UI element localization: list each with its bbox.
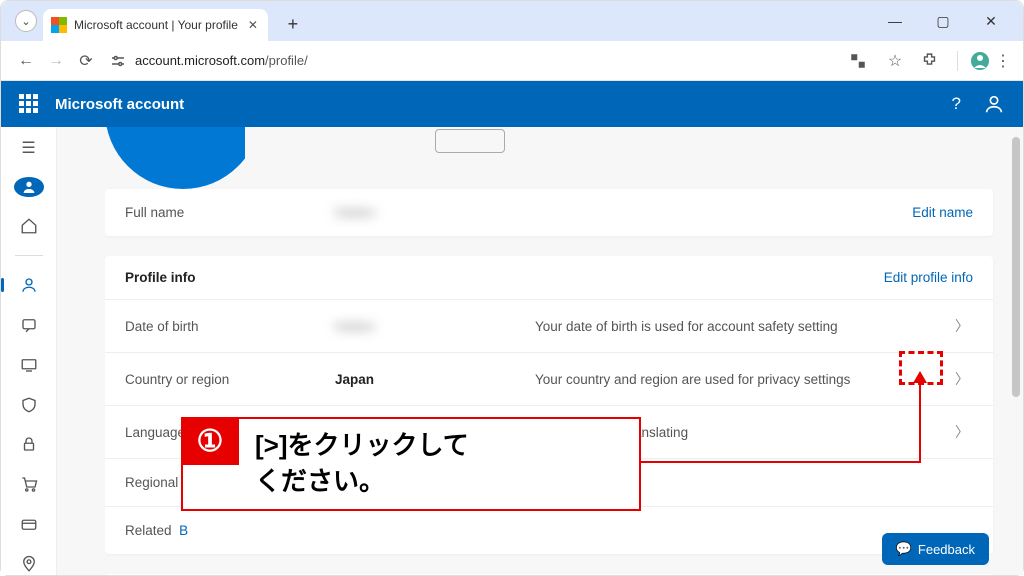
annotation-arrow-line (641, 461, 921, 463)
window-controls: — ▢ ✕ (881, 13, 1015, 30)
feedback-button[interactable]: 💬 Feedback (882, 533, 989, 565)
account-info-card: Account info Edit account info Email add… (105, 574, 993, 575)
app-title: Microsoft account (55, 96, 184, 113)
browser-tab[interactable]: Microsoft account | Your profile ✕ (43, 9, 268, 41)
new-tab-button[interactable]: + (280, 11, 306, 37)
nav-divider (15, 255, 43, 256)
scrollbar-thumb[interactable] (1012, 137, 1020, 397)
tab-close-icon[interactable]: ✕ (248, 18, 258, 32)
url-host: account.microsoft.com (135, 53, 265, 68)
nav-chat-icon[interactable] (13, 314, 45, 336)
annotation-text-line1: [>]をクリックして (255, 430, 469, 460)
address-bar[interactable]: account.microsoft.com/profile/ (109, 52, 308, 70)
country-desc: Your country and region are used for pri… (535, 372, 951, 387)
url-path: /profile/ (265, 53, 308, 68)
annotation-arrow-vert (919, 381, 921, 463)
help-icon[interactable]: ? (952, 94, 961, 114)
browser-menu-icon[interactable]: ⋮ (993, 51, 1013, 71)
site-settings-icon[interactable] (109, 52, 127, 70)
tab-title: Microsoft account | Your profile (74, 18, 238, 32)
dob-desc: Your date of birth is used for account s… (535, 319, 951, 334)
extensions-icon[interactable] (921, 52, 941, 69)
feedback-label: Feedback (918, 542, 975, 557)
nav-subscriptions-icon[interactable] (13, 513, 45, 535)
ms-account-header: Microsoft account ? (1, 81, 1023, 127)
dob-value: hidden (335, 319, 535, 334)
nav-menu-toggle[interactable]: ☰ (13, 137, 45, 159)
dob-row[interactable]: Date of birth hidden Your date of birth … (105, 300, 993, 353)
edit-profile-info-link[interactable]: Edit profile info (884, 270, 973, 285)
left-nav: ☰ (1, 127, 57, 575)
app-launcher-icon[interactable] (19, 94, 39, 114)
minimize-button[interactable]: — (881, 13, 909, 30)
nav-devices-icon[interactable] (13, 354, 45, 376)
account-icon[interactable] (983, 93, 1005, 115)
tab-search-dropdown[interactable]: ⌄ (15, 10, 37, 32)
close-window-button[interactable]: ✕ (977, 13, 1005, 30)
annotation-number: ① (181, 417, 239, 465)
vertical-scrollbar[interactable] (1011, 127, 1021, 575)
nav-addresses-icon[interactable] (13, 553, 45, 575)
country-row[interactable]: Country or region Japan Your country and… (105, 353, 993, 406)
reload-button[interactable]: ⟳ (71, 51, 101, 71)
country-value: Japan (335, 372, 535, 387)
chevron-right-icon[interactable]: 〉 (951, 422, 973, 442)
edit-name-link[interactable]: Edit name (912, 205, 973, 220)
bookmark-icon[interactable]: ☆ (885, 51, 905, 71)
translate-icon[interactable] (849, 52, 869, 70)
maximize-button[interactable]: ▢ (929, 13, 957, 30)
country-label: Country or region (125, 372, 335, 387)
nav-profile-icon[interactable] (13, 274, 45, 296)
chevron-right-icon[interactable]: 〉 (951, 316, 973, 336)
name-card: Full name hidden Edit name (105, 189, 993, 236)
profile-action-button[interactable] (435, 129, 505, 153)
browser-titlebar: ⌄ Microsoft account | Your profile ✕ + —… (1, 1, 1023, 41)
microsoft-favicon (51, 17, 67, 33)
profile-avatar-large (105, 127, 245, 189)
profile-avatar-icon[interactable] (957, 51, 977, 71)
annotation-text-line2: ください。 (255, 466, 385, 496)
feedback-icon: 💬 (896, 541, 912, 557)
annotation-callout: ① [>]をクリックして ください。 (181, 417, 641, 511)
dob-label: Date of birth (125, 319, 335, 334)
related-link-partial[interactable]: B (179, 523, 188, 538)
profile-info-title: Profile info (125, 270, 196, 285)
nav-avatar[interactable] (14, 177, 44, 198)
nav-payments-icon[interactable] (13, 473, 45, 495)
back-button[interactable]: ← (11, 52, 41, 70)
fullname-label: Full name (125, 205, 335, 220)
nav-home-icon[interactable] (13, 215, 45, 237)
browser-toolbar: ← → ⟳ account.microsoft.com/profile/ ☆ ⋮ (1, 41, 1023, 81)
nav-security-icon[interactable] (13, 394, 45, 416)
nav-privacy-icon[interactable] (13, 433, 45, 455)
related-label: Related (125, 523, 172, 538)
chevron-right-icon[interactable]: 〉 (951, 369, 973, 389)
fullname-value: hidden (335, 205, 535, 220)
forward-button[interactable]: → (41, 52, 71, 70)
